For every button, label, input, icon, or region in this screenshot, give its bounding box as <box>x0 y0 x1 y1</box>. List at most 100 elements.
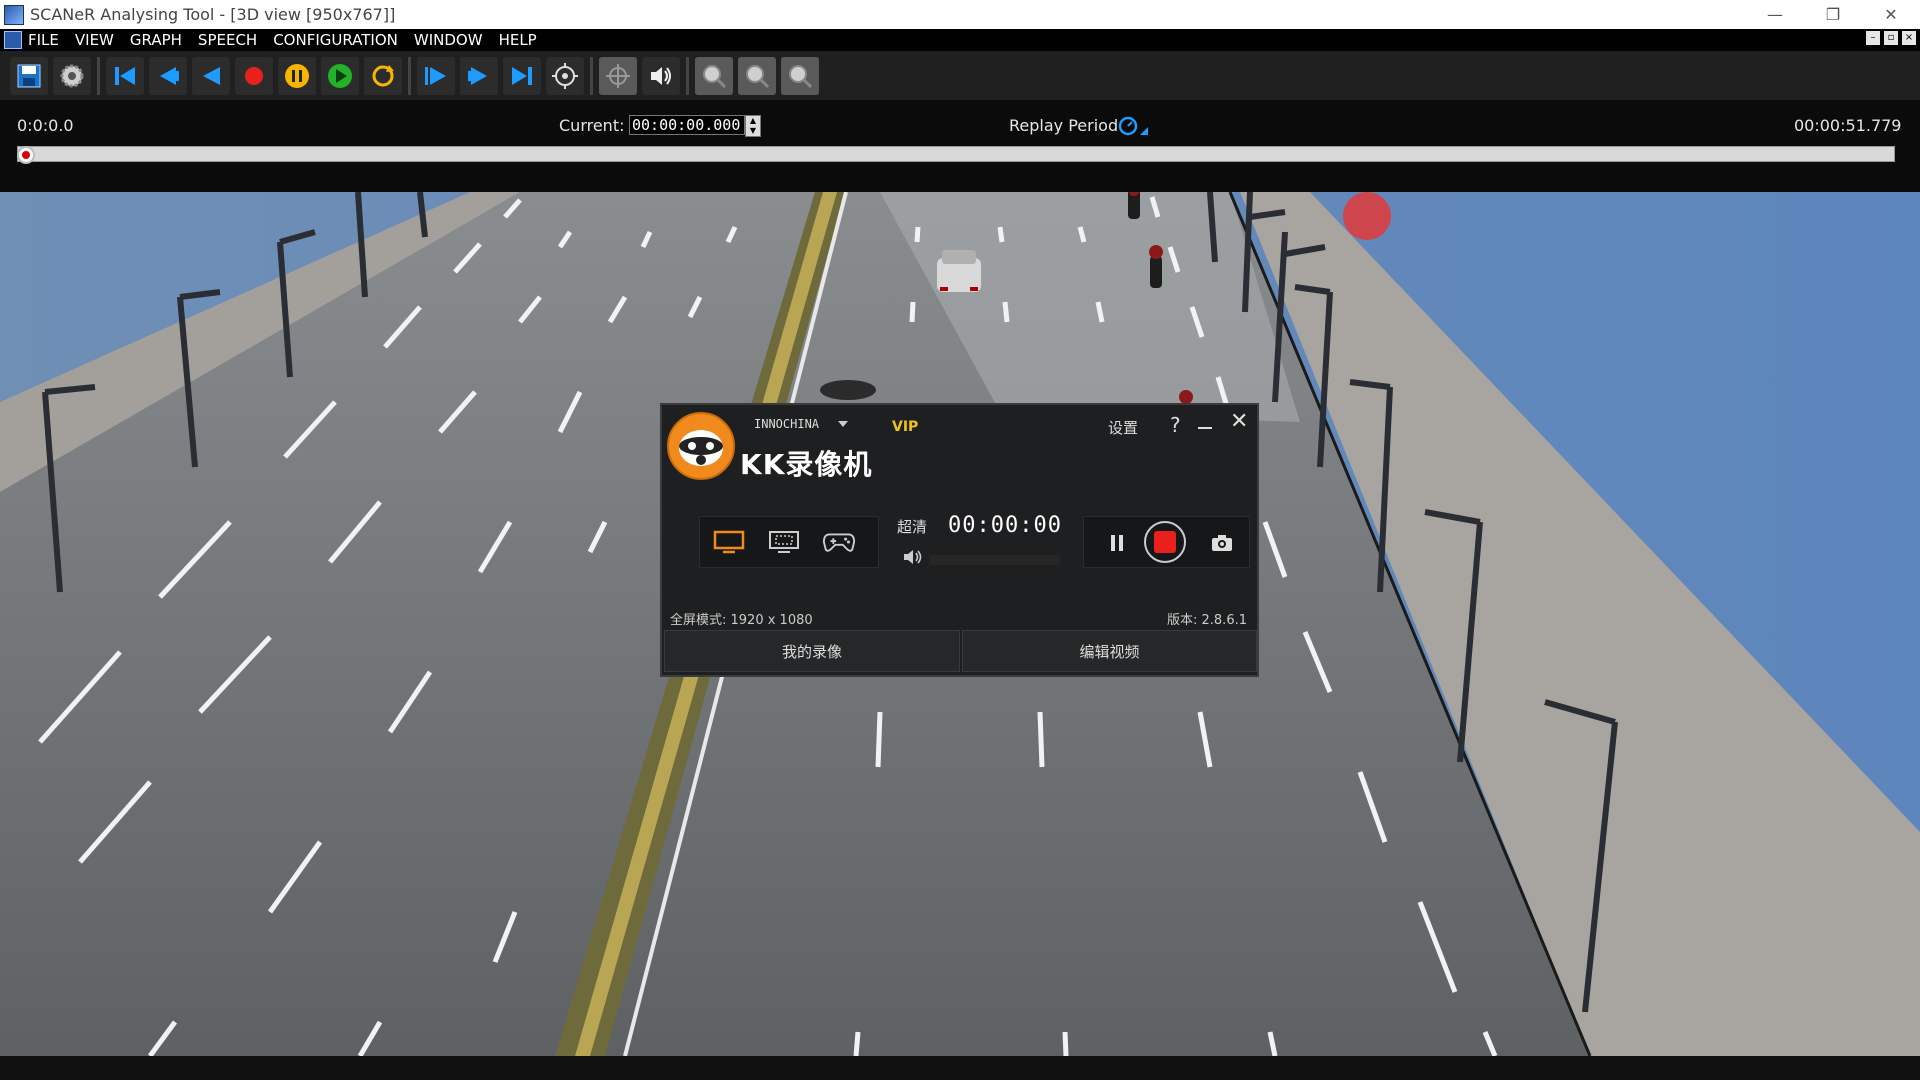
my-recordings-button[interactable]: 我的录像 <box>664 630 960 672</box>
toolbar-separator <box>408 56 411 95</box>
skip-to-start-icon <box>115 66 135 85</box>
play-icon <box>328 63 352 88</box>
minimize-window-button[interactable]: — <box>1746 0 1804 29</box>
mdi-restore-button[interactable]: ▫ <box>1884 31 1898 45</box>
menu-file[interactable]: FILE <box>28 31 59 49</box>
step-forward-icon <box>468 66 487 85</box>
crosshair-button[interactable] <box>599 56 637 95</box>
toolbar <box>0 51 1920 100</box>
fullscreen-mode-button[interactable] <box>712 529 746 555</box>
edit-video-button[interactable]: 编辑视频 <box>962 630 1257 672</box>
settings-link[interactable]: 设置 <box>1108 417 1138 438</box>
settings-button[interactable] <box>53 56 91 95</box>
pause-button[interactable] <box>278 56 316 95</box>
region-mode-button[interactable] <box>767 529 801 555</box>
skip-to-start-button[interactable] <box>106 56 144 95</box>
pause-icon <box>285 63 309 88</box>
account-name[interactable]: INNOCHINA <box>754 417 819 431</box>
record-button[interactable] <box>235 56 273 95</box>
replay-period-label: Replay Period <box>1009 116 1119 135</box>
document-icon[interactable] <box>4 31 22 49</box>
save-button[interactable] <box>10 56 48 95</box>
mode-selector <box>699 516 879 568</box>
replay-period-button[interactable] <box>1118 115 1150 141</box>
crosshair-icon <box>606 63 630 88</box>
minimize-icon[interactable] <box>1198 427 1212 429</box>
menu-window[interactable]: WINDOW <box>414 31 483 49</box>
chevron-down-icon[interactable]: ▼ <box>746 126 760 136</box>
record-button[interactable] <box>1144 521 1186 563</box>
restore-window-button[interactable]: ❐ <box>1804 0 1862 29</box>
menu-view[interactable]: VIEW <box>75 31 114 49</box>
current-time-spinner[interactable]: ▲ ▼ <box>745 115 761 137</box>
volume-button[interactable] <box>902 548 924 570</box>
menu-help[interactable]: HELP <box>499 31 537 49</box>
raccoon-logo-icon <box>667 412 735 480</box>
loop-icon <box>372 64 394 86</box>
skip-to-end-icon <box>512 66 532 85</box>
target-button[interactable] <box>546 56 584 95</box>
volume-icon <box>904 550 922 564</box>
play-reverse-button[interactable] <box>192 56 230 95</box>
screenshot-button[interactable] <box>1210 533 1234 557</box>
recording-timer: 00:00:00 <box>948 513 1062 538</box>
step-back-icon <box>160 66 179 85</box>
current-time-input[interactable]: 00:00:00.000 <box>629 115 745 135</box>
chevron-up-icon[interactable]: ▲ <box>746 116 760 126</box>
zoom-x-button[interactable] <box>738 56 776 95</box>
vip-badge[interactable]: VIP <box>892 419 918 435</box>
toolbar-separator <box>97 56 100 95</box>
camera-icon <box>1212 535 1232 551</box>
version-text: 版本: 2.8.6.1 <box>1167 613 1247 628</box>
status-strip <box>0 1056 1920 1080</box>
start-time: 0:0:0.0 <box>17 116 74 135</box>
timeline-slider-handle[interactable] <box>17 146 35 164</box>
skip-to-end-button[interactable] <box>503 56 541 95</box>
zoom-x-icon <box>746 64 770 88</box>
target-icon <box>552 62 578 89</box>
help-button[interactable]: ? <box>1170 413 1181 437</box>
zoom-y-icon <box>789 64 813 88</box>
pause-button[interactable] <box>1108 533 1126 557</box>
recorder-window[interactable]: INNOCHINA VIP KK录像机 设置 ? ✕ 超清 00:00:00 全… <box>660 403 1259 677</box>
stopwatch-icon <box>1118 116 1148 136</box>
toolbar-separator <box>590 56 593 95</box>
loop-button[interactable] <box>364 56 402 95</box>
menu-graph[interactable]: GRAPH <box>130 31 182 49</box>
monitor-icon <box>713 530 745 554</box>
gamepad-icon <box>822 533 856 552</box>
timeline-slider[interactable] <box>17 146 1895 162</box>
pause-icon <box>1111 535 1123 551</box>
capture-mode-text: 全屏模式: 1920 x 1080 <box>670 613 813 628</box>
game-mode-button[interactable] <box>822 529 856 555</box>
play-button[interactable] <box>321 56 359 95</box>
volume-meter <box>930 555 1060 565</box>
step-forward-button[interactable] <box>460 56 498 95</box>
window-title: SCANeR Analysing Tool - [3D view [950x76… <box>30 5 396 24</box>
step-back-button[interactable] <box>149 56 187 95</box>
stop-square-icon <box>1154 531 1176 553</box>
region-select-icon <box>769 531 799 553</box>
title-bar: SCANeR Analysing Tool - [3D view [950x76… <box>0 0 1920 29</box>
zoom-y-button[interactable] <box>781 56 819 95</box>
app-icon <box>4 4 24 25</box>
menu-speech[interactable]: SPEECH <box>198 31 257 49</box>
volume-icon <box>651 66 671 85</box>
menu-bar: FILE VIEW GRAPH SPEECH CONFIGURATION WIN… <box>0 29 1920 51</box>
volume-button[interactable] <box>642 56 680 95</box>
record-marker-icon <box>22 151 30 159</box>
save-icon <box>17 64 41 87</box>
menu-configuration[interactable]: CONFIGURATION <box>273 31 398 49</box>
end-time: 00:00:51.779 <box>1794 116 1902 135</box>
zoom-xy-button[interactable] <box>695 56 733 95</box>
zoom-xy-icon <box>703 64 727 88</box>
close-icon[interactable]: ✕ <box>1230 409 1248 434</box>
play-forward-icon <box>425 66 446 85</box>
chevron-down-icon[interactable] <box>838 421 848 427</box>
play-reverse-icon <box>203 66 220 85</box>
mdi-minimize-button[interactable]: – <box>1866 31 1880 45</box>
quality-selector[interactable]: 超清 <box>897 516 927 537</box>
close-window-button[interactable]: ✕ <box>1862 0 1920 29</box>
play-forward-button[interactable] <box>417 56 455 95</box>
mdi-close-button[interactable]: × <box>1902 31 1916 45</box>
